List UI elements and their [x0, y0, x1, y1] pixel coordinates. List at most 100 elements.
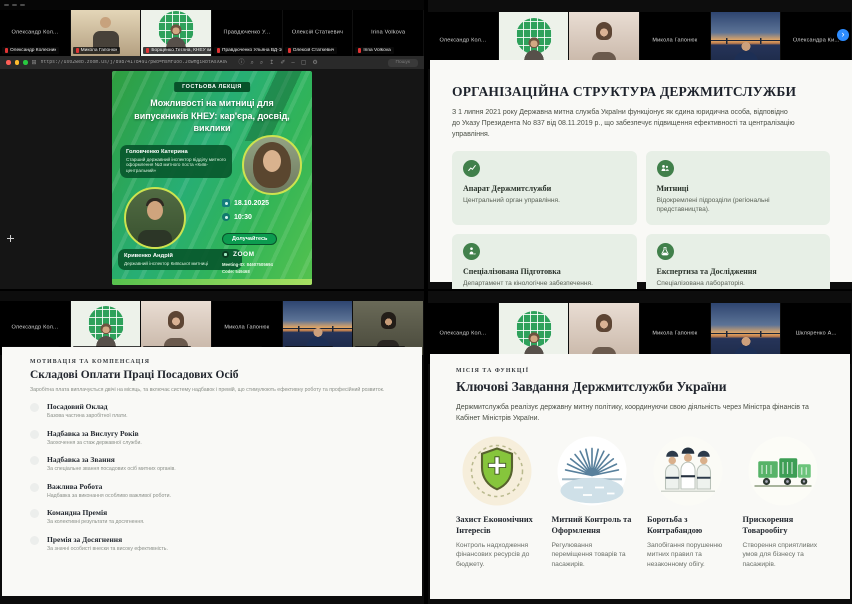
minimize-window-button[interactable] — [15, 60, 20, 65]
item-description: Надбавка за виконання особливо важливої … — [47, 493, 171, 499]
item-bullet-icon — [30, 430, 39, 439]
task-column: Прискорення Товарообігу Створення сприятл… — [743, 435, 825, 570]
search-icon[interactable]: ⌕ — [251, 60, 254, 66]
share-icon[interactable]: ↥ — [269, 60, 274, 66]
participant-name-center: Микола Гапонюк — [212, 325, 282, 331]
participant-label: Микола Гапонюк — [73, 47, 121, 54]
browser-toolbar: ⊞ https://us02web.zoom.us/j/89874178491?… — [0, 56, 424, 69]
participant-tile[interactable]: Правдюченко У...Правдюченко Ульяна ВД-10… — [212, 10, 282, 56]
slide-eyebrow: МІСІЯ ТА ФУНКЦІЇ — [456, 368, 824, 374]
pay-item: Командна ПреміяЗа колективні результати … — [30, 508, 402, 525]
platform-label: ZOOM — [233, 251, 255, 258]
speaker2-role: Державний інспектор Київської митниці — [124, 261, 236, 267]
info-icon[interactable]: ⓘ — [239, 60, 245, 66]
meeting-code: Code: 549468 — [222, 269, 304, 274]
participant-strip: Олександр Кол...Олександр КолесникБорщен… — [428, 0, 852, 69]
participant-name-label: Irina Volkova — [363, 48, 390, 53]
speaker2-name: Кривенко Андрій — [124, 253, 236, 259]
task-columns: Захист Економічних ІнтересівКонтроль над… — [456, 435, 824, 570]
tabs-icon[interactable]: ⊞ — [32, 60, 37, 66]
structure-card: Спеціалізована ПідготовкаДепартамент та … — [452, 234, 637, 289]
speaker2-photo — [124, 187, 186, 249]
card-description: Спеціалізована лабораторія. — [657, 279, 807, 289]
item-title: Командна Премія — [47, 508, 144, 517]
pay-item: Надбавка за ЗванняЗа спеціальне звання п… — [30, 455, 402, 472]
participant-strip: Олександр Кол...Олександр КолесникМикола… — [0, 10, 424, 56]
address-bar[interactable]: https://us02web.zoom.us/j/89874178491?pw… — [41, 60, 227, 65]
calendar-icon — [222, 199, 230, 207]
item-bullet-icon — [30, 536, 39, 545]
terminal-illustration — [556, 435, 628, 507]
slide-key-tasks: МІСІЯ ТА ФУНКЦІЇ Ключові Завдання Держми… — [430, 354, 850, 599]
participant-name-center: Irina Volkova — [353, 30, 423, 36]
item-bullet-icon — [30, 456, 39, 465]
participant-name-label: Борщенко Тетяна, КНЕУ ім.В.Гет — [151, 48, 211, 53]
screenshot-top-right: Олександр Кол...Олександр КолесникБорщен… — [428, 0, 852, 289]
item-content: Командна ПреміяЗа колективні результати … — [47, 508, 144, 525]
card-title: Спеціалізована Підготовка — [463, 267, 626, 276]
participant-name-center: Микола Гапонюк — [640, 37, 710, 43]
mic-muted-icon — [217, 48, 220, 53]
item-bullet-icon — [30, 403, 39, 412]
column-description: Контроль надходження фінансових ресурсів… — [456, 541, 538, 570]
participant-tile[interactable]: Борщенко Тетяна, КНЕУ ім.В.Гет — [141, 10, 211, 56]
canine-handler-icon — [463, 243, 480, 260]
item-description: За значні особисті внески та високу ефек… — [47, 546, 168, 552]
window-icon[interactable]: ▢ — [301, 60, 307, 66]
mic-muted-icon — [288, 48, 291, 53]
zoom-lens-icon[interactable]: ⌕ — [260, 60, 263, 66]
pay-item: Премія за ДосягненняЗа значні особисті в… — [30, 535, 402, 552]
structure-card: Апарат ДержмитслужбиЦентральний орган уп… — [452, 151, 637, 225]
slide-intro: Заробітна плата виплачується двічі на мі… — [30, 387, 402, 393]
lecture-poster: ГОСТЬОВА ЛЕКЦІЯ Можливості на митниці дл… — [112, 71, 312, 285]
zoom-window-button[interactable] — [23, 60, 28, 65]
participant-tile[interactable]: Олексій СтаткевичОлексій Статкевич — [283, 10, 353, 56]
minus-icon[interactable]: – — [291, 60, 294, 66]
speaker1-name: Головченко Катерина — [126, 149, 226, 155]
participant-name-center: Олександр Кол... — [0, 30, 70, 36]
poster-date: 18.10.2025 — [234, 200, 269, 207]
officers-illustration — [652, 435, 724, 507]
structure-cards: Апарат ДержмитслужбиЦентральний орган уп… — [452, 151, 830, 289]
poster-badge: ГОСТЬОВА ЛЕКЦІЯ — [174, 82, 250, 92]
slide-title: Складові Оплати Праці Посадових Осіб — [30, 369, 402, 381]
participant-tile[interactable]: Irina Volkova Irina Volkova — [353, 10, 423, 56]
task-column: Захист Економічних ІнтересівКонтроль над… — [456, 435, 538, 570]
participant-strip: Олександр Кол...Олександр КолесникБорщен… — [0, 291, 424, 355]
browser-search-field[interactable]: Пошук — [388, 59, 418, 67]
next-participants-button[interactable]: › — [837, 29, 849, 41]
slide-title: Ключові Завдання Держмитслужби України — [456, 379, 824, 395]
item-title: Надбавка за Вислугу Років — [47, 429, 142, 438]
card-title: Митниці — [657, 184, 820, 193]
item-description: За спеціальне звання посадових осіб митн… — [47, 466, 176, 472]
column-description: Створення сприятливих умов для бізнесу т… — [743, 541, 825, 570]
edit-icon[interactable]: ✐ — [280, 60, 285, 66]
item-content: Надбавка за Вислугу РоківЗаохочення за с… — [47, 429, 142, 446]
card-description: Відокремлені підрозділи (регіональні пре… — [657, 196, 807, 215]
participant-tile[interactable]: Олександр Кол...Олександр Колесник — [0, 10, 70, 56]
column-title: Прискорення Товарообігу — [743, 515, 825, 537]
menu-bar — [0, 0, 424, 10]
org-people-icon — [657, 160, 674, 177]
shield-illustration — [461, 435, 533, 507]
item-bullet-icon — [30, 483, 39, 492]
participant-name-center: Олександр Кол... — [428, 330, 498, 336]
clock-icon — [222, 213, 230, 221]
join-button: Долучайтесь — [222, 233, 277, 245]
mic-muted-icon — [358, 48, 361, 53]
chart-line-icon — [463, 160, 480, 177]
mic-muted-icon — [146, 48, 149, 53]
column-description: Регулювання переміщення товарів та пасаж… — [552, 541, 634, 570]
participant-tile[interactable]: Микола Гапонюк — [71, 10, 141, 56]
item-description: Базова частина заробітної плати. — [47, 413, 128, 419]
structure-card: Експертиза та ДослідженняСпеціалізована … — [646, 234, 831, 289]
item-content: Посадовий ОкладБазова частина заробітної… — [47, 402, 128, 419]
slide-org-structure: ОРГАНІЗАЦІЙНА СТРУКТУРА ДЕРЖМИТСЛУЖБИ З … — [430, 60, 852, 282]
close-window-button[interactable] — [6, 60, 11, 65]
participant-name-center: Олександр Кол... — [428, 37, 498, 43]
screenshot-top-left: Олександр Кол...Олександр КолесникМикола… — [0, 0, 424, 289]
pay-items: Посадовий ОкладБазова частина заробітної… — [30, 402, 402, 552]
page-canvas: ГОСТЬОВА ЛЕКЦІЯ Можливості на митниці дл… — [0, 69, 424, 289]
settings-icon[interactable]: ⚙ — [312, 60, 317, 66]
participant-name-label: Олексій Статкевич — [293, 48, 335, 53]
